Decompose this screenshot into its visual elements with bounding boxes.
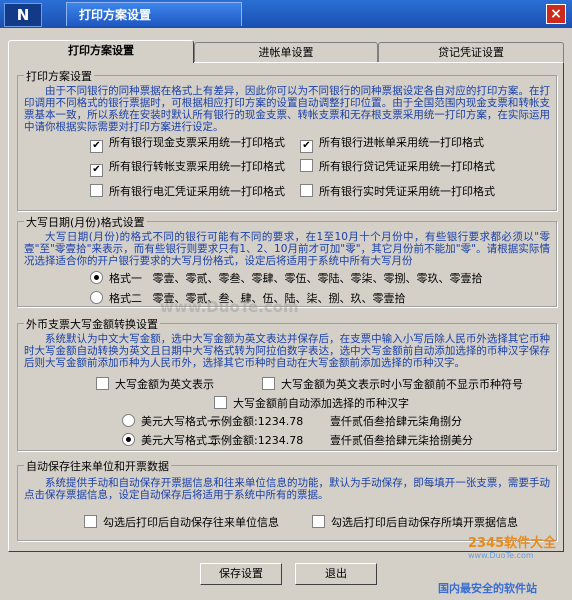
group-title: 大写日期(月份)格式设置 bbox=[24, 214, 147, 230]
checkbox-label: 所有银行转帐支票采用统一打印格式 bbox=[109, 160, 285, 173]
tab-deposit-slip[interactable]: 进帐单设置 bbox=[194, 42, 378, 62]
exit-button[interactable]: 退出 bbox=[295, 563, 377, 585]
checkbox-label: 所有银行电汇凭证采用统一打印格式 bbox=[109, 185, 285, 198]
checkbox-label: 大写金额为英文表示 bbox=[115, 378, 214, 391]
checkbox-icon[interactable] bbox=[300, 184, 313, 197]
watermark-slogan: 国内最安全的软件站 bbox=[438, 582, 537, 595]
radio-format-one[interactable]: 格式一 零壹、零贰、零叁、零肆、零伍、零陆、零柒、零捌、零玖、零壹拾 bbox=[90, 270, 483, 286]
group-title: 打印方案设置 bbox=[24, 68, 94, 84]
title-bar: N 打印方案设置 × bbox=[0, 0, 572, 28]
checkbox-icon[interactable]: ✔ bbox=[90, 140, 103, 153]
checkbox-icon[interactable]: ✔ bbox=[90, 164, 103, 177]
radio-icon[interactable] bbox=[122, 433, 135, 446]
checkbox-credit-voucher[interactable]: 所有银行贷记凭证采用统一打印格式 bbox=[300, 158, 495, 174]
checkbox-transfer-check[interactable]: ✔ 所有银行转帐支票采用统一打印格式 bbox=[90, 158, 285, 177]
checkbox-icon[interactable] bbox=[90, 184, 103, 197]
checkbox-icon[interactable] bbox=[312, 515, 325, 528]
radio-icon[interactable] bbox=[90, 291, 103, 304]
checkbox-realtime-voucher[interactable]: 所有银行实时凭证采用统一打印格式 bbox=[300, 183, 495, 199]
close-icon[interactable]: × bbox=[546, 4, 566, 24]
usd-example-label: 示例金额:1234.78 bbox=[210, 415, 304, 428]
checkbox-save-partner[interactable]: 勾选后打印后自动保存往来单位信息 bbox=[84, 514, 279, 530]
checkbox-label: 勾选后打印后自动保存所填开票据信息 bbox=[331, 516, 518, 529]
checkbox-label: 大写金额前自动添加选择的币种汉字 bbox=[233, 397, 409, 410]
checkbox-icon[interactable] bbox=[96, 377, 109, 390]
checkbox-label: 所有银行贷记凭证采用统一打印格式 bbox=[319, 160, 495, 173]
checkbox-icon[interactable] bbox=[84, 515, 97, 528]
print-scheme-group: 打印方案设置 由于不同银行的同种票据在格式上有差异，因此你可以为不同银行的同种票… bbox=[17, 68, 557, 211]
checkbox-icon[interactable] bbox=[300, 159, 313, 172]
radio-icon[interactable] bbox=[122, 414, 135, 427]
usd-example-label: 示例金额:1234.78 bbox=[210, 434, 304, 447]
watermark-logo: 2345软件大全 www.DuoTe.com bbox=[468, 532, 564, 566]
currency-conversion-group: 外币支票大写金额转换设置 系统默认为中文大写金额，选中大写金额为英文表达并保存后… bbox=[17, 316, 557, 451]
checkbox-label: 所有银行进帐单采用统一打印格式 bbox=[319, 136, 484, 149]
usd-example-value: 壹仟贰佰叁拾肆元柒角捌分 bbox=[330, 415, 462, 428]
radio-label: 格式一 bbox=[109, 272, 142, 285]
usd-example-value: 壹仟贰佰叁拾肆元柒拾捌美分 bbox=[330, 434, 473, 447]
watermark-logo-url: www.DuoTe.com bbox=[468, 551, 534, 560]
format-example: 零壹、零贰、零叁、零肆、零伍、零陆、零柒、零捌、零玖、零壹拾 bbox=[152, 272, 483, 285]
autosave-group: 自动保存往来单位和开票数据 系统提供手动和自动保存开票据信息和往来单位信息的功能… bbox=[17, 458, 557, 541]
group-title: 自动保存往来单位和开票数据 bbox=[24, 458, 171, 474]
checkbox-icon[interactable] bbox=[214, 396, 227, 409]
checkbox-icon[interactable] bbox=[262, 377, 275, 390]
checkbox-label: 所有银行实时凭证采用统一打印格式 bbox=[319, 185, 495, 198]
window-title: 打印方案设置 bbox=[66, 2, 242, 26]
tab-print-scheme[interactable]: 打印方案设置 bbox=[8, 40, 194, 63]
checkbox-hide-currency-symbol[interactable]: 大写金额为英文表示时小写金额前不显示币种符号 bbox=[262, 376, 523, 392]
checkbox-deposit-slip[interactable]: ✔ 所有银行进帐单采用统一打印格式 bbox=[300, 134, 484, 153]
checkbox-add-currency-chinese[interactable]: 大写金额前自动添加选择的币种汉字 bbox=[214, 395, 409, 411]
app-logo-icon: N bbox=[4, 3, 42, 27]
tab-credit-voucher[interactable]: 贷记凭证设置 bbox=[378, 42, 564, 62]
checkbox-save-bill-data[interactable]: 勾选后打印后自动保存所填开票据信息 bbox=[312, 514, 518, 530]
radio-label: 美元大写格式一 bbox=[141, 415, 218, 428]
radio-label: 美元大写格式二 bbox=[141, 434, 218, 447]
checkbox-english-amount[interactable]: 大写金额为英文表示 bbox=[96, 376, 214, 392]
watermark-logo-title: 2345软件大全 bbox=[468, 536, 557, 551]
radio-label: 格式二 bbox=[109, 292, 142, 305]
group-description: 由于不同银行的同种票据在格式上有差异，因此你可以为不同银行的同种票据设定各自对应… bbox=[24, 85, 550, 133]
checkbox-icon[interactable]: ✔ bbox=[300, 140, 313, 153]
checkbox-label: 所有银行现金支票采用统一打印格式 bbox=[109, 136, 285, 149]
checkbox-wire-voucher[interactable]: 所有银行电汇凭证采用统一打印格式 bbox=[90, 183, 285, 199]
group-description: 大写日期(月份)的格式不同的银行可能有不同的要求，在1至10月十个月份中，有些银… bbox=[24, 231, 550, 267]
save-button[interactable]: 保存设置 bbox=[200, 563, 282, 585]
group-description: 系统提供手动和自动保存开票据信息和往来单位信息的功能，默认为手动保存，即每填开一… bbox=[24, 477, 550, 501]
radio-icon[interactable] bbox=[90, 271, 103, 284]
group-title: 外币支票大写金额转换设置 bbox=[24, 316, 160, 332]
group-description: 系统默认为中文大写金额，选中大写金额为英文表达并保存后，在支票中输入小写后除人民… bbox=[24, 333, 550, 369]
checkbox-cash-check[interactable]: ✔ 所有银行现金支票采用统一打印格式 bbox=[90, 134, 285, 153]
date-format-group: 大写日期(月份)格式设置 大写日期(月份)的格式不同的银行可能有不同的要求，在1… bbox=[17, 214, 557, 307]
tab-strip: 打印方案设置 进帐单设置 贷记凭证设置 bbox=[8, 40, 564, 63]
radio-usd-format-two[interactable]: 美元大写格式二 bbox=[122, 432, 218, 448]
checkbox-label: 大写金额为英文表示时小写金额前不显示币种符号 bbox=[281, 378, 523, 391]
radio-usd-format-one[interactable]: 美元大写格式一 bbox=[122, 413, 218, 429]
watermark-text: www.DuoTe.com bbox=[160, 298, 299, 316]
checkbox-label: 勾选后打印后自动保存往来单位信息 bbox=[103, 516, 279, 529]
